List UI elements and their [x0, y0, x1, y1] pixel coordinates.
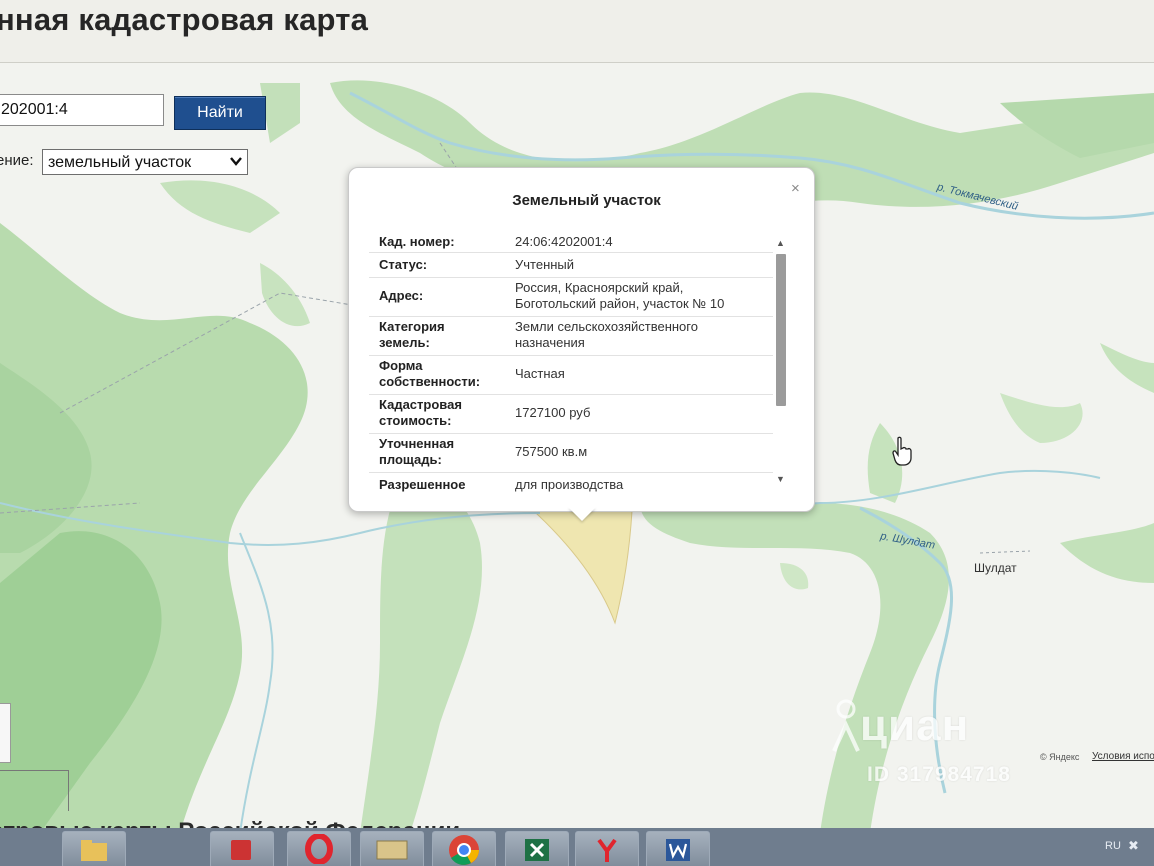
cian-logo-icon	[832, 699, 860, 752]
tray-icon[interactable]: ✖	[1128, 838, 1139, 854]
row-label: Адрес:	[379, 288, 424, 303]
info-row-ownership: Форма собственности: Частная	[369, 356, 773, 395]
info-row-cadastral-number: Кад. номер: 24:06:4202001:4	[369, 232, 773, 253]
popup-scrollbar[interactable]: ▲ ▼	[774, 238, 788, 488]
folder-icon	[81, 840, 107, 861]
page-title: нная кадастровая карта	[0, 2, 369, 37]
row-label: земель:	[379, 335, 430, 350]
find-button[interactable]: Найти	[174, 96, 266, 130]
row-label: Категория	[379, 319, 445, 334]
search-type-select[interactable]: земельный участок	[42, 149, 248, 175]
map-control-panel[interactable]	[0, 703, 11, 763]
page-header: нная кадастровая карта	[0, 0, 1154, 62]
row-value: Учтенный	[515, 257, 575, 272]
map-scale-bar	[0, 770, 69, 811]
row-value: Боготольский район, участок № 10	[515, 296, 725, 311]
info-row-status: Статус: Учтенный	[369, 253, 773, 278]
row-value: Земли сельскохозяйственного	[515, 319, 698, 334]
cian-listing-id: ID 317984718	[867, 763, 1011, 786]
taskbar-app-button[interactable]	[210, 831, 274, 866]
info-row-permitted-use: Разрешенное для производства	[369, 473, 773, 496]
word-icon	[666, 839, 690, 861]
taskbar-opera-button[interactable]	[287, 831, 351, 866]
land-plot-popup: Земельный участок × Кад. номер: 24:06:42…	[348, 167, 815, 512]
taskbar-excel-button[interactable]	[505, 831, 569, 866]
row-value: назначения	[515, 335, 585, 350]
taskbar-files-button[interactable]	[360, 831, 424, 866]
row-label: собственности:	[379, 374, 481, 389]
scroll-down-arrow-icon[interactable]: ▼	[776, 474, 785, 484]
info-row-area: Уточненная площадь: 757500 кв.м	[369, 434, 773, 473]
row-value: для производства	[515, 477, 624, 492]
scroll-thumb[interactable]	[776, 254, 786, 406]
plot-info-table[interactable]: Кад. номер: 24:06:4202001:4 Статус: Учте…	[369, 228, 773, 496]
info-row-land-category: Категория земель: Земли сельскохозяйстве…	[369, 317, 773, 356]
close-icon[interactable]: ×	[791, 180, 800, 197]
opera-icon	[305, 834, 333, 864]
row-label: Статус:	[379, 257, 428, 272]
popup-pointer	[568, 507, 596, 521]
popup-title: Земельный участок	[512, 192, 661, 209]
taskbar-chrome-button[interactable]	[432, 831, 496, 866]
app-icon	[231, 840, 251, 860]
taskbar-explorer-button[interactable]	[62, 831, 126, 866]
windows-taskbar: RU ✖	[0, 828, 1154, 866]
search-type-label: ение:	[0, 152, 34, 169]
row-label: Уточненная	[379, 436, 455, 451]
language-indicator[interactable]: RU	[1105, 840, 1121, 852]
row-label: Разрешенное	[379, 477, 466, 492]
taskbar-word-button[interactable]	[646, 831, 710, 866]
scroll-up-arrow-icon[interactable]: ▲	[776, 238, 785, 248]
row-value: Частная	[515, 366, 565, 381]
info-row-cadastral-value: Кадастровая стоимость: 1727100 руб	[369, 395, 773, 434]
yandex-browser-icon	[597, 838, 617, 862]
town-label: Шулдат	[974, 561, 1017, 575]
row-label: Кадастровая	[379, 397, 462, 412]
row-label: площадь:	[379, 452, 442, 467]
cadastral-search-input[interactable]: 202001:4	[0, 94, 164, 126]
file-manager-icon	[376, 840, 408, 860]
row-value: 24:06:4202001:4	[515, 234, 613, 249]
row-value: 1727100 руб	[515, 405, 591, 420]
screen: нная кадастровая карта 202001:4 Найти ни…	[0, 0, 1154, 866]
row-label: Форма	[379, 358, 423, 373]
row-label: Кад. номер:	[379, 234, 455, 249]
row-label: стоимость:	[379, 413, 452, 428]
chrome-icon	[449, 835, 479, 865]
chevron-down-icon	[230, 157, 242, 166]
hand-cursor-icon	[892, 436, 912, 466]
cian-brand-text: циан	[860, 701, 970, 750]
info-row-address: Адрес: Россия, Красноярский край, Богото…	[369, 278, 773, 317]
excel-icon	[525, 839, 549, 861]
row-value: Россия, Красноярский край,	[515, 280, 684, 295]
row-value: 757500 кв.м	[515, 444, 588, 459]
taskbar-yandex-button[interactable]	[575, 831, 639, 866]
search-type-value: земельный участок	[48, 154, 192, 171]
cian-watermark: циан ID 317984718	[832, 699, 1062, 799]
terms-of-use-link[interactable]: Условия испо	[1092, 751, 1154, 762]
